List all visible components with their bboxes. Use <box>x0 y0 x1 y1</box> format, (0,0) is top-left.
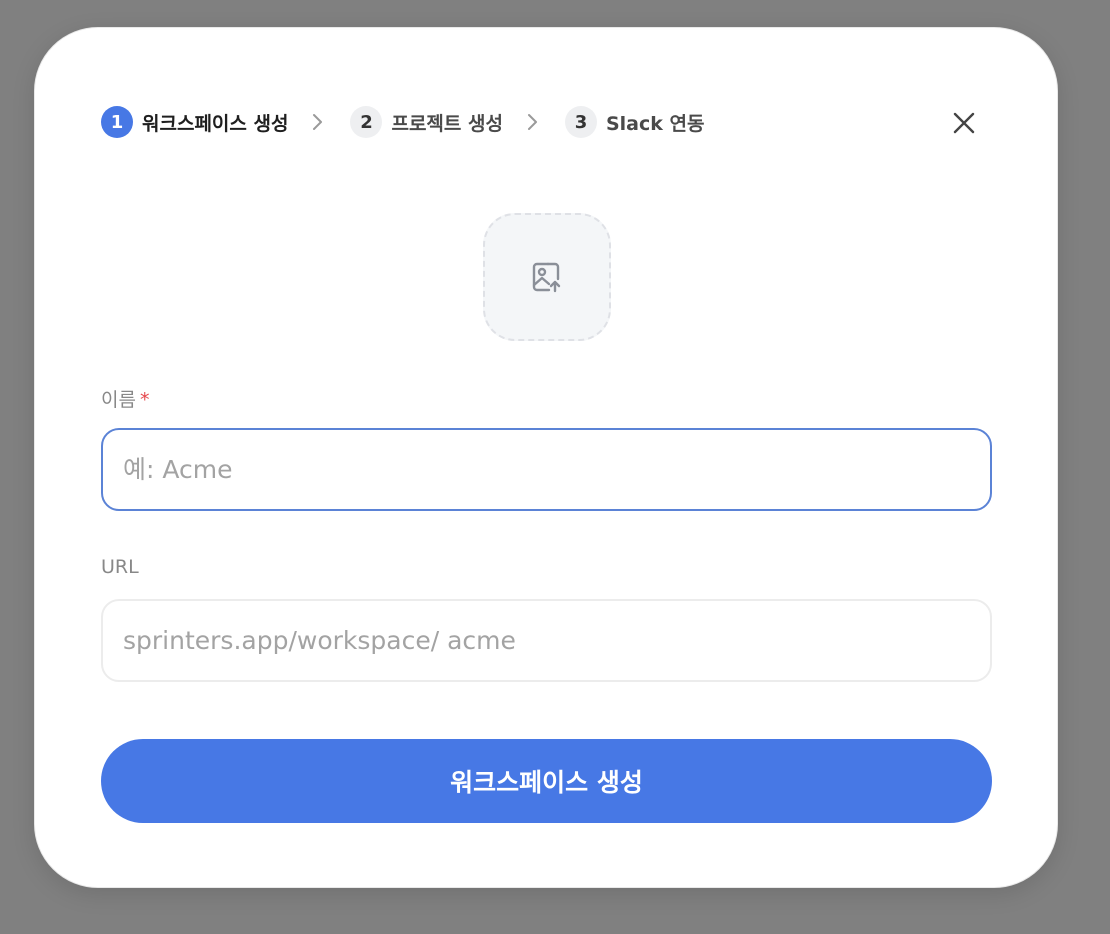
workspace-image-upload[interactable] <box>483 213 611 341</box>
url-input[interactable] <box>101 599 992 682</box>
step-create-workspace: 1 워크스페이스 생성 <box>101 106 288 138</box>
stepper: 1 워크스페이스 생성 2 프로젝트 생성 3 Slack 연동 <box>101 105 704 139</box>
close-icon <box>953 112 975 134</box>
create-workspace-modal: 1 워크스페이스 생성 2 프로젝트 생성 3 Slack 연동 이름 * 예:… <box>34 27 1058 888</box>
step-number: 1 <box>101 106 133 138</box>
name-input[interactable] <box>101 428 992 511</box>
step-number: 2 <box>350 106 383 138</box>
name-label: 이름 * <box>101 385 149 412</box>
create-workspace-button[interactable]: 워크스페이스 생성 <box>101 739 992 823</box>
step-label: 프로젝트 생성 <box>391 112 503 135</box>
required-mark: * <box>139 389 150 411</box>
step-number: 3 <box>564 106 597 138</box>
step-label: Slack 연동 <box>605 112 705 135</box>
url-label: URL <box>101 556 139 578</box>
close-button[interactable] <box>949 108 979 138</box>
chevron-right-icon <box>308 113 326 131</box>
step-slack-integration: 3 Slack 연동 <box>564 106 705 138</box>
step-label: 워크스페이스 생성 <box>142 112 289 135</box>
name-label-text: 이름 <box>101 389 136 411</box>
chevron-right-icon <box>523 113 541 131</box>
image-upload-icon <box>532 262 561 293</box>
step-create-project: 2 프로젝트 생성 <box>350 106 503 138</box>
